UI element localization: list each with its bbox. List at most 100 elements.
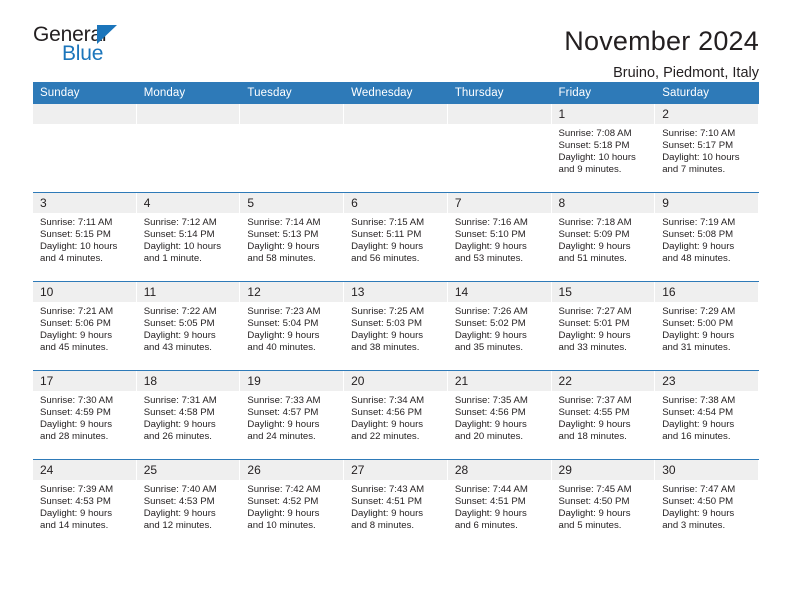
daylight-text-line1: Daylight: 9 hours	[247, 508, 320, 520]
calendar-day-cell[interactable]	[240, 104, 345, 193]
calendar-day-cell[interactable]: 8 Sunrise: 7:18 AM Sunset: 5:09 PM Daylight…	[551, 192, 656, 282]
day-cell-inner: 10 Sunrise: 7:21 AM Sunset: 5:06 PM Dayligh…	[33, 282, 137, 370]
day-number: 7	[447, 193, 551, 213]
day-number: 5	[240, 193, 344, 213]
calendar-day-cell[interactable]	[447, 104, 552, 193]
calendar-day-cell[interactable]: 19 Sunrise: 7:33 AM Sunset: 4:57 PM Dayligh…	[240, 370, 345, 460]
calendar-day-cell[interactable]: 12 Sunrise: 7:23 AM Sunset: 5:04 PM Dayligh…	[240, 281, 345, 371]
calendar-head: Sunday Monday Tuesday Wednesday Thursday…	[33, 82, 759, 104]
daylight-text-line1: Daylight: 9 hours	[40, 508, 112, 520]
daylight-text-line1: Daylight: 9 hours	[351, 330, 424, 342]
calendar-day-cell[interactable]: 9 Sunrise: 7:19 AM Sunset: 5:08 PM Daylight…	[655, 192, 759, 282]
calendar-day-cell[interactable]	[33, 104, 137, 193]
calendar-day-cell[interactable]	[344, 104, 448, 193]
sunset-text: Sunset: 4:51 PM	[351, 496, 423, 508]
day-number: 11	[136, 282, 240, 302]
calendar-day-cell[interactable]: 30 Sunrise: 7:47 AM Sunset: 4:50 PM Dayligh…	[655, 459, 759, 548]
day-sun-info: Sunrise: 7:40 AM Sunset: 4:53 PM Daylight:…	[137, 480, 241, 532]
calendar-day-cell[interactable]: 11 Sunrise: 7:22 AM Sunset: 5:05 PM Dayligh…	[136, 281, 241, 371]
day-sun-info: Sunrise: 7:08 AM Sunset: 5:18 PM Daylight:…	[552, 124, 656, 176]
calendar-day-cell[interactable]: 24 Sunrise: 7:39 AM Sunset: 4:53 PM Dayligh…	[33, 459, 137, 548]
calendar-day-cell[interactable]: 18 Sunrise: 7:31 AM Sunset: 4:58 PM Dayligh…	[136, 370, 241, 460]
sunset-text: Sunset: 4:53 PM	[40, 496, 111, 508]
calendar-day-cell[interactable]: 4 Sunrise: 7:12 AM Sunset: 5:14 PM Daylight…	[136, 192, 241, 282]
calendar-day-cell[interactable]: 28 Sunrise: 7:44 AM Sunset: 4:51 PM Dayligh…	[447, 459, 552, 548]
calendar-day-cell[interactable]: 20 Sunrise: 7:34 AM Sunset: 4:56 PM Dayligh…	[344, 370, 448, 460]
calendar-day-cell[interactable]: 27 Sunrise: 7:43 AM Sunset: 4:51 PM Dayligh…	[344, 459, 448, 548]
calendar-day-cell[interactable]: 1 Sunrise: 7:08 AM Sunset: 5:18 PM Daylight…	[551, 104, 656, 193]
sunset-text: Sunset: 4:59 PM	[40, 407, 111, 419]
sunset-text: Sunset: 4:50 PM	[558, 496, 630, 508]
daylight-text-line2: and 31 minutes.	[662, 342, 731, 354]
day-cell-inner: 5 Sunrise: 7:14 AM Sunset: 5:13 PM Daylight…	[240, 193, 345, 281]
daylight-text-line2: and 20 minutes.	[454, 431, 524, 443]
day-number: 13	[344, 282, 447, 302]
daylight-text-line2: and 58 minutes.	[247, 253, 316, 265]
sunset-text: Sunset: 5:15 PM	[40, 229, 111, 241]
day-cell-inner	[136, 104, 241, 192]
day-sun-info: Sunrise: 7:14 AM Sunset: 5:13 PM Daylight:…	[240, 213, 344, 265]
day-sun-info: Sunrise: 7:11 AM Sunset: 5:15 PM Daylight:…	[33, 213, 137, 265]
sunset-text: Sunset: 5:06 PM	[40, 318, 111, 330]
calendar-day-cell[interactable]: 3 Sunrise: 7:11 AM Sunset: 5:15 PM Daylight…	[33, 192, 137, 282]
day-sun-info: Sunrise: 7:45 AM Sunset: 4:50 PM Daylight:…	[552, 480, 656, 532]
sunrise-text: Sunrise: 7:43 AM	[351, 484, 425, 495]
day-cell-inner: 2 Sunrise: 7:10 AM Sunset: 5:17 PM Daylight…	[655, 104, 759, 192]
day-sun-info: Sunrise: 7:47 AM Sunset: 4:50 PM Daylight:…	[655, 480, 759, 532]
day-number: 20	[344, 371, 447, 391]
day-cell-inner: 3 Sunrise: 7:11 AM Sunset: 5:15 PM Daylight…	[33, 193, 137, 281]
day-sun-info: Sunrise: 7:15 AM Sunset: 5:11 PM Daylight:…	[344, 213, 448, 265]
daylight-text-line1: Daylight: 9 hours	[454, 419, 527, 431]
sunset-text: Sunset: 4:51 PM	[454, 496, 526, 508]
daylight-text-line2: and 45 minutes.	[40, 342, 109, 354]
calendar-day-cell[interactable]: 6 Sunrise: 7:15 AM Sunset: 5:11 PM Daylight…	[344, 192, 448, 282]
calendar-day-cell[interactable]: 17 Sunrise: 7:30 AM Sunset: 4:59 PM Dayligh…	[33, 370, 137, 460]
daylight-text-line2: and 51 minutes.	[558, 253, 627, 265]
calendar-day-cell[interactable]: 22 Sunrise: 7:37 AM Sunset: 4:55 PM Dayligh…	[551, 370, 656, 460]
calendar-day-cell[interactable]: 14 Sunrise: 7:26 AM Sunset: 5:02 PM Dayligh…	[447, 281, 552, 371]
sunset-text: Sunset: 4:57 PM	[247, 407, 319, 419]
weekday-header-row: Sunday Monday Tuesday Wednesday Thursday…	[33, 82, 759, 104]
calendar-day-cell[interactable]: 5 Sunrise: 7:14 AM Sunset: 5:13 PM Daylight…	[240, 192, 345, 282]
day-number: 6	[344, 193, 447, 213]
day-sun-info: Sunrise: 7:26 AM Sunset: 5:02 PM Daylight:…	[448, 302, 552, 354]
calendar-day-cell[interactable]: 23 Sunrise: 7:38 AM Sunset: 4:54 PM Dayligh…	[655, 370, 759, 460]
day-sun-info: Sunrise: 7:19 AM Sunset: 5:08 PM Daylight:…	[655, 213, 759, 265]
weekday-header-monday: Monday	[136, 82, 241, 104]
calendar-day-cell[interactable]: 16 Sunrise: 7:29 AM Sunset: 5:00 PM Dayligh…	[655, 281, 759, 371]
day-cell-inner: 25 Sunrise: 7:40 AM Sunset: 4:53 PM Dayligh…	[136, 460, 241, 548]
page-title: November 2024	[564, 26, 759, 56]
day-cell-inner: 13 Sunrise: 7:25 AM Sunset: 5:03 PM Dayligh…	[344, 282, 448, 370]
calendar-day-cell[interactable]: 29 Sunrise: 7:45 AM Sunset: 4:50 PM Dayligh…	[551, 459, 656, 548]
sunrise-text: Sunrise: 7:44 AM	[454, 484, 528, 495]
daylight-text-line1: Daylight: 9 hours	[558, 241, 631, 253]
day-cell-inner: 8 Sunrise: 7:18 AM Sunset: 5:09 PM Daylight…	[551, 193, 656, 281]
calendar-day-cell[interactable]: 15 Sunrise: 7:27 AM Sunset: 5:01 PM Dayligh…	[551, 281, 656, 371]
sunset-text: Sunset: 4:53 PM	[143, 496, 215, 508]
calendar-day-cell[interactable]	[136, 104, 241, 193]
calendar-day-cell[interactable]: 21 Sunrise: 7:35 AM Sunset: 4:56 PM Dayligh…	[447, 370, 552, 460]
sunset-text: Sunset: 5:13 PM	[247, 229, 319, 241]
daylight-text-line1: Daylight: 9 hours	[351, 419, 424, 431]
calendar-day-cell[interactable]: 7 Sunrise: 7:16 AM Sunset: 5:10 PM Daylight…	[447, 192, 552, 282]
sunrise-text: Sunrise: 7:33 AM	[247, 395, 321, 406]
daylight-text-line1: Daylight: 9 hours	[247, 330, 320, 342]
general-blue-logo[interactable]: General Blue	[33, 24, 145, 70]
day-cell-inner: 1 Sunrise: 7:08 AM Sunset: 5:18 PM Daylight…	[551, 104, 656, 192]
daylight-text-line1: Daylight: 9 hours	[247, 241, 320, 253]
sunrise-text: Sunrise: 7:38 AM	[662, 395, 736, 406]
calendar-day-cell[interactable]: 2 Sunrise: 7:10 AM Sunset: 5:17 PM Daylight…	[655, 104, 759, 193]
day-sun-info: Sunrise: 7:29 AM Sunset: 5:00 PM Daylight:…	[655, 302, 759, 354]
calendar-day-cell[interactable]: 10 Sunrise: 7:21 AM Sunset: 5:06 PM Dayligh…	[33, 281, 137, 371]
calendar-day-cell[interactable]: 13 Sunrise: 7:25 AM Sunset: 5:03 PM Dayligh…	[344, 281, 448, 371]
weekday-header-wednesday: Wednesday	[344, 82, 448, 104]
sunrise-text: Sunrise: 7:08 AM	[558, 128, 632, 139]
calendar-week-row: 3 Sunrise: 7:11 AM Sunset: 5:15 PM Daylight…	[33, 192, 759, 282]
calendar-day-cell[interactable]: 26 Sunrise: 7:42 AM Sunset: 4:52 PM Dayligh…	[240, 459, 345, 548]
sunrise-text: Sunrise: 7:29 AM	[662, 306, 736, 317]
day-number: 1	[551, 104, 655, 124]
calendar-day-cell[interactable]: 25 Sunrise: 7:40 AM Sunset: 4:53 PM Dayligh…	[136, 459, 241, 548]
daylight-text-line2: and 4 minutes.	[40, 253, 103, 265]
sunrise-text: Sunrise: 7:34 AM	[351, 395, 425, 406]
daylight-text-line1: Daylight: 9 hours	[662, 241, 735, 253]
